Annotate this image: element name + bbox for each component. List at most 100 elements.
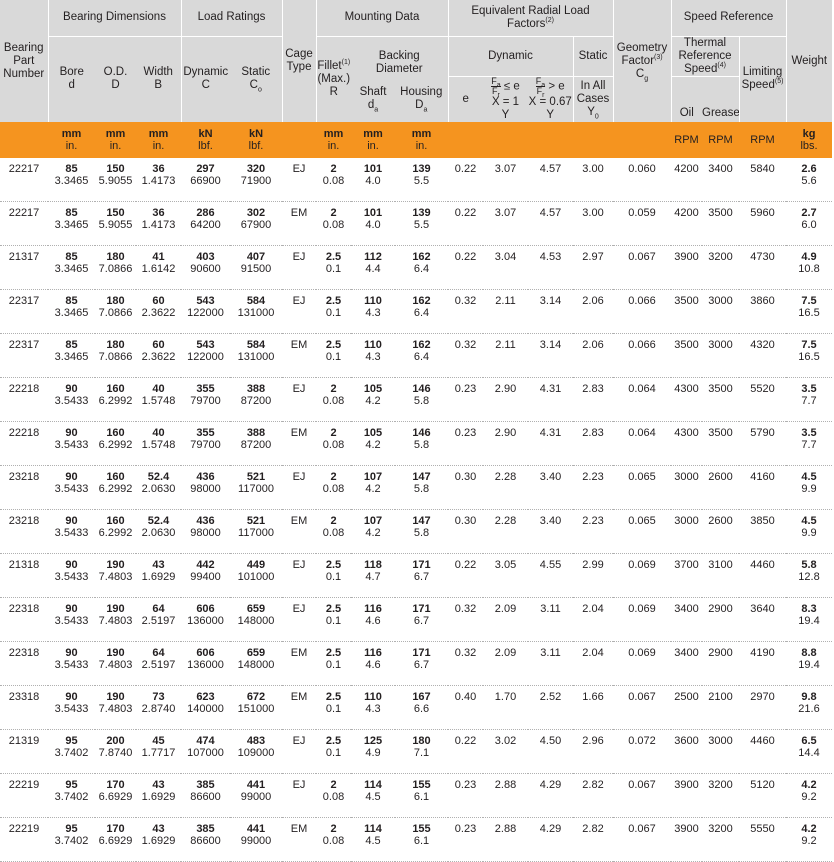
geometry-factor-value: 0.067 bbox=[613, 817, 672, 862]
static-c-value: 449 101000 bbox=[230, 553, 282, 598]
fillet-value: 2.5 0.1 bbox=[316, 597, 351, 642]
part-number: 22318 bbox=[0, 597, 48, 642]
bore-value: 95 3.7402 bbox=[48, 773, 95, 818]
fillet-value: 2.5 0.1 bbox=[316, 729, 351, 774]
shaft-value: 110 4.3 bbox=[351, 333, 395, 378]
unit-e bbox=[448, 122, 483, 158]
housing-value: 146 5.8 bbox=[395, 377, 448, 422]
limiting-speed-value: 4730 bbox=[739, 245, 787, 290]
y1-value: 2.28 bbox=[483, 465, 528, 510]
bore-value: 90 3.5433 bbox=[48, 553, 95, 598]
fillet-value: 2.5 0.1 bbox=[316, 685, 351, 730]
e-value: 0.22 bbox=[448, 158, 483, 202]
fillet-value: 2 0.08 bbox=[316, 201, 351, 246]
oil-speed-value: 4200 bbox=[671, 158, 703, 202]
cage-type-value: EM bbox=[282, 641, 316, 686]
y1-value: 3.07 bbox=[483, 158, 528, 202]
bore-value: 85 3.3465 bbox=[48, 201, 95, 246]
static-c-value: 388 87200 bbox=[230, 377, 282, 422]
bore-value: 90 3.5433 bbox=[48, 597, 95, 642]
y2-value: 4.31 bbox=[528, 421, 573, 466]
geometry-factor-value: 0.072 bbox=[613, 729, 672, 774]
width-value: 73 2.8740 bbox=[136, 685, 181, 730]
y2-value: 4.31 bbox=[528, 377, 573, 422]
geometry-factor-value: 0.065 bbox=[613, 465, 672, 510]
unit-static-c: kN lbf. bbox=[230, 122, 282, 158]
fillet-value: 2 0.08 bbox=[316, 773, 351, 818]
dynamic-c-value: 442 99400 bbox=[181, 553, 230, 598]
shaft-value: 116 4.6 bbox=[351, 597, 395, 642]
width-value: 40 1.5748 bbox=[136, 421, 181, 466]
cage-type-value: EJ bbox=[282, 729, 316, 774]
width-value: 64 2.5197 bbox=[136, 641, 181, 686]
table-row: 21319 95 3.7402 200 7.8740 45 1.7717 474 107… bbox=[0, 729, 833, 774]
limiting-speed-value: 5520 bbox=[739, 377, 787, 422]
cage-type-value: EJ bbox=[282, 289, 316, 334]
weight-value: 4.2 9.2 bbox=[786, 817, 833, 862]
y0-value: 2.04 bbox=[573, 641, 614, 686]
width-value: 40 1.5748 bbox=[136, 377, 181, 422]
weight-value: 6.5 14.4 bbox=[786, 729, 833, 774]
y1-value: 2.90 bbox=[483, 377, 528, 422]
weight-value: 3.5 7.7 bbox=[786, 377, 833, 422]
e-value: 0.22 bbox=[448, 553, 483, 598]
units-row: mm in. mm in. mm in. kN lbf. kN lbf. mm in. mm… bbox=[0, 122, 833, 158]
y2-value: 3.40 bbox=[528, 509, 573, 554]
static-c-value: 584 131000 bbox=[230, 289, 282, 334]
header-limiting-speed: Limiting Speed(5) bbox=[738, 36, 787, 122]
unit-y0 bbox=[573, 122, 614, 158]
geometry-factor-value: 0.066 bbox=[613, 289, 672, 334]
oil-speed-value: 3400 bbox=[671, 597, 703, 642]
y1-value: 3.02 bbox=[483, 729, 528, 774]
y0-value: 1.66 bbox=[573, 685, 614, 730]
width-value: 43 1.6929 bbox=[136, 773, 181, 818]
y0-value: 3.00 bbox=[573, 158, 614, 202]
od-value: 170 6.6929 bbox=[95, 817, 136, 862]
limiting-speed-value: 4160 bbox=[739, 465, 787, 510]
od-value: 190 7.4803 bbox=[95, 553, 136, 598]
dynamic-c-value: 436 98000 bbox=[181, 465, 230, 510]
fillet-value: 2 0.08 bbox=[316, 465, 351, 510]
y2-value: 4.57 bbox=[528, 201, 573, 246]
weight-value: 2.6 5.6 bbox=[786, 158, 833, 202]
y1-value: 2.11 bbox=[483, 289, 528, 334]
limiting-speed-value: 4460 bbox=[739, 729, 787, 774]
grease-speed-value: 3200 bbox=[702, 817, 740, 862]
static-c-value: 672 151000 bbox=[230, 685, 282, 730]
y2-value: 3.11 bbox=[528, 641, 573, 686]
limiting-speed-value: 4190 bbox=[739, 641, 787, 686]
cage-type-value: EJ bbox=[282, 245, 316, 290]
limiting-speed-value: 5840 bbox=[739, 158, 787, 202]
part-number: 22219 bbox=[0, 773, 48, 818]
bore-value: 85 3.3465 bbox=[48, 245, 95, 290]
width-value: 52.4 2.0630 bbox=[136, 509, 181, 554]
header-geometry-factor: Geometry Factor(3) Cg bbox=[612, 0, 672, 122]
grease-speed-value: 2600 bbox=[702, 465, 740, 510]
static-c-value: 483 109000 bbox=[230, 729, 282, 774]
weight-value: 2.7 6.0 bbox=[786, 201, 833, 246]
od-value: 150 5.9055 bbox=[95, 158, 136, 202]
y1-value: 2.88 bbox=[483, 773, 528, 818]
geometry-factor-value: 0.064 bbox=[613, 421, 672, 466]
static-c-value: 659 148000 bbox=[230, 641, 282, 686]
cage-type-value: EM bbox=[282, 201, 316, 246]
y1-value: 3.05 bbox=[483, 553, 528, 598]
header-mounting-data: Mounting Data bbox=[315, 0, 448, 37]
e-value: 0.30 bbox=[448, 509, 483, 554]
grease-speed-value: 3200 bbox=[702, 773, 740, 818]
static-c-value: 441 99000 bbox=[230, 817, 282, 862]
y0-value: 2.06 bbox=[573, 289, 614, 334]
part-number: 23218 bbox=[0, 509, 48, 554]
table-row: 23318 90 3.5433 190 7.4803 73 2.8740 623 140… bbox=[0, 685, 833, 730]
limiting-speed-value: 3860 bbox=[739, 289, 787, 334]
cage-type-value: EM bbox=[282, 509, 316, 554]
header-e: e bbox=[447, 76, 483, 122]
y0-value: 2.82 bbox=[573, 773, 614, 818]
unit-housing: mm in. bbox=[395, 122, 448, 158]
table-row: 23218 90 3.5433 160 6.2992 52.4 2.0630 436 9… bbox=[0, 465, 833, 510]
housing-value: 180 7.1 bbox=[395, 729, 448, 774]
e-value: 0.22 bbox=[448, 201, 483, 246]
part-number: 22317 bbox=[0, 333, 48, 378]
housing-value: 162 6.4 bbox=[395, 245, 448, 290]
geometry-factor-value: 0.064 bbox=[613, 377, 672, 422]
